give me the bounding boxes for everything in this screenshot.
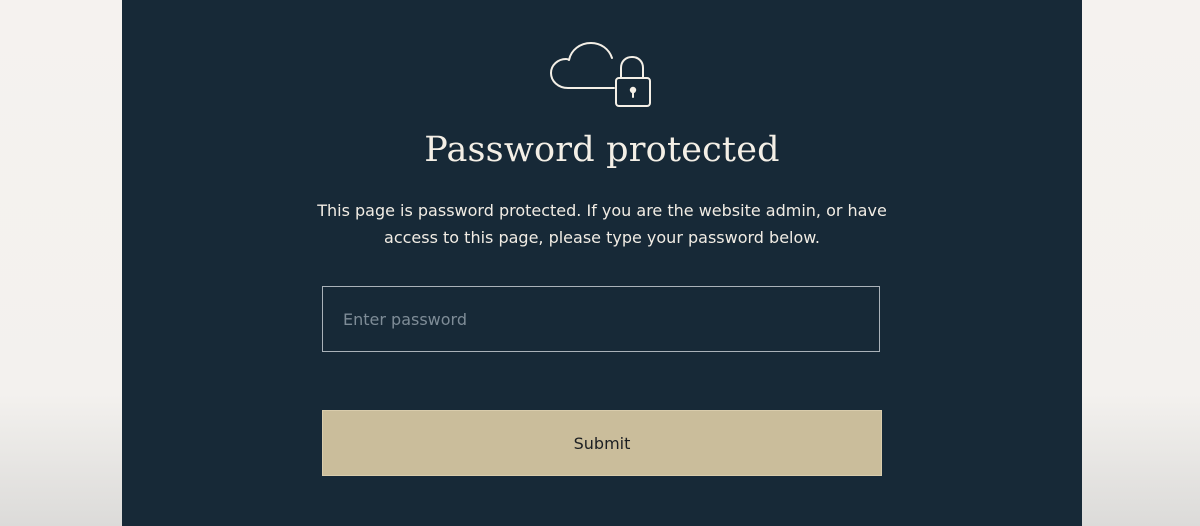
cloud-lock-icon (550, 42, 651, 107)
password-panel: Password protected This page is password… (122, 0, 1082, 526)
submit-button[interactable]: Submit (322, 410, 882, 476)
page-title: Password protected (424, 130, 780, 170)
page-background-right (1082, 0, 1200, 526)
page-description: This page is password protected. If you … (317, 201, 887, 247)
page-background-left (0, 0, 122, 526)
password-input[interactable] (322, 286, 880, 352)
